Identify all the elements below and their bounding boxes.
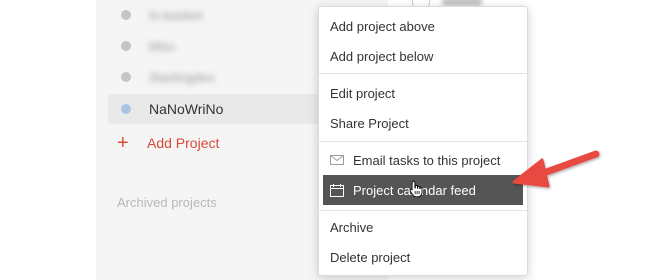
- menu-divider: [319, 73, 527, 74]
- menu-item-label: Delete project: [330, 249, 411, 265]
- sidebar-project-startingdex[interactable]: Startingdex: [108, 62, 328, 92]
- archived-projects-link[interactable]: Archived projects: [117, 195, 217, 210]
- menu-item-email-tasks[interactable]: Email tasks to this project: [319, 145, 527, 175]
- menu-item-label: Archive: [330, 219, 374, 235]
- menu-item-archive[interactable]: Archive: [319, 212, 527, 242]
- envelope-icon: [330, 155, 344, 165]
- menu-item-label: Add project below: [330, 48, 434, 64]
- menu-item-label: Add project above: [330, 18, 435, 34]
- project-name: NaNoWriNo: [149, 101, 224, 117]
- left-gutter: [0, 0, 96, 280]
- annotation-arrow-icon: [512, 150, 600, 188]
- menu-item-add-project-above[interactable]: Add project above: [319, 11, 527, 41]
- menu-item-share-project[interactable]: Share Project: [319, 108, 527, 138]
- menu-item-add-project-below[interactable]: Add project below: [319, 41, 527, 71]
- project-context-menu: Add project above Add project below Edit…: [318, 6, 528, 276]
- menu-divider: [319, 210, 527, 211]
- menu-item-delete-project[interactable]: Delete project: [319, 242, 527, 272]
- project-color-dot: [121, 41, 131, 51]
- plus-icon: +: [117, 132, 129, 154]
- menu-item-label: Email tasks to this project: [353, 152, 501, 168]
- menu-divider: [319, 141, 527, 142]
- project-name: Startingdex: [149, 69, 215, 85]
- menu-item-label: Edit project: [330, 85, 396, 101]
- project-color-dot: [121, 72, 131, 82]
- menu-item-edit-project[interactable]: Edit project: [319, 78, 527, 108]
- add-project-button[interactable]: + Add Project: [108, 128, 219, 158]
- calendar-icon: [330, 183, 344, 197]
- menu-item-project-calendar-feed[interactable]: Project calendar feed: [323, 175, 523, 205]
- project-color-dot: [121, 10, 131, 20]
- add-project-label: Add Project: [147, 135, 220, 151]
- sidebar-project-misc[interactable]: Misc: [108, 31, 328, 61]
- project-color-dot: [121, 104, 131, 114]
- sidebar-project-in-basket[interactable]: In-basket: [108, 0, 328, 30]
- hand-pointer-icon: [409, 180, 423, 198]
- project-name: Misc: [149, 38, 176, 54]
- menu-item-label: Share Project: [330, 115, 409, 131]
- project-name: In-basket: [149, 7, 203, 23]
